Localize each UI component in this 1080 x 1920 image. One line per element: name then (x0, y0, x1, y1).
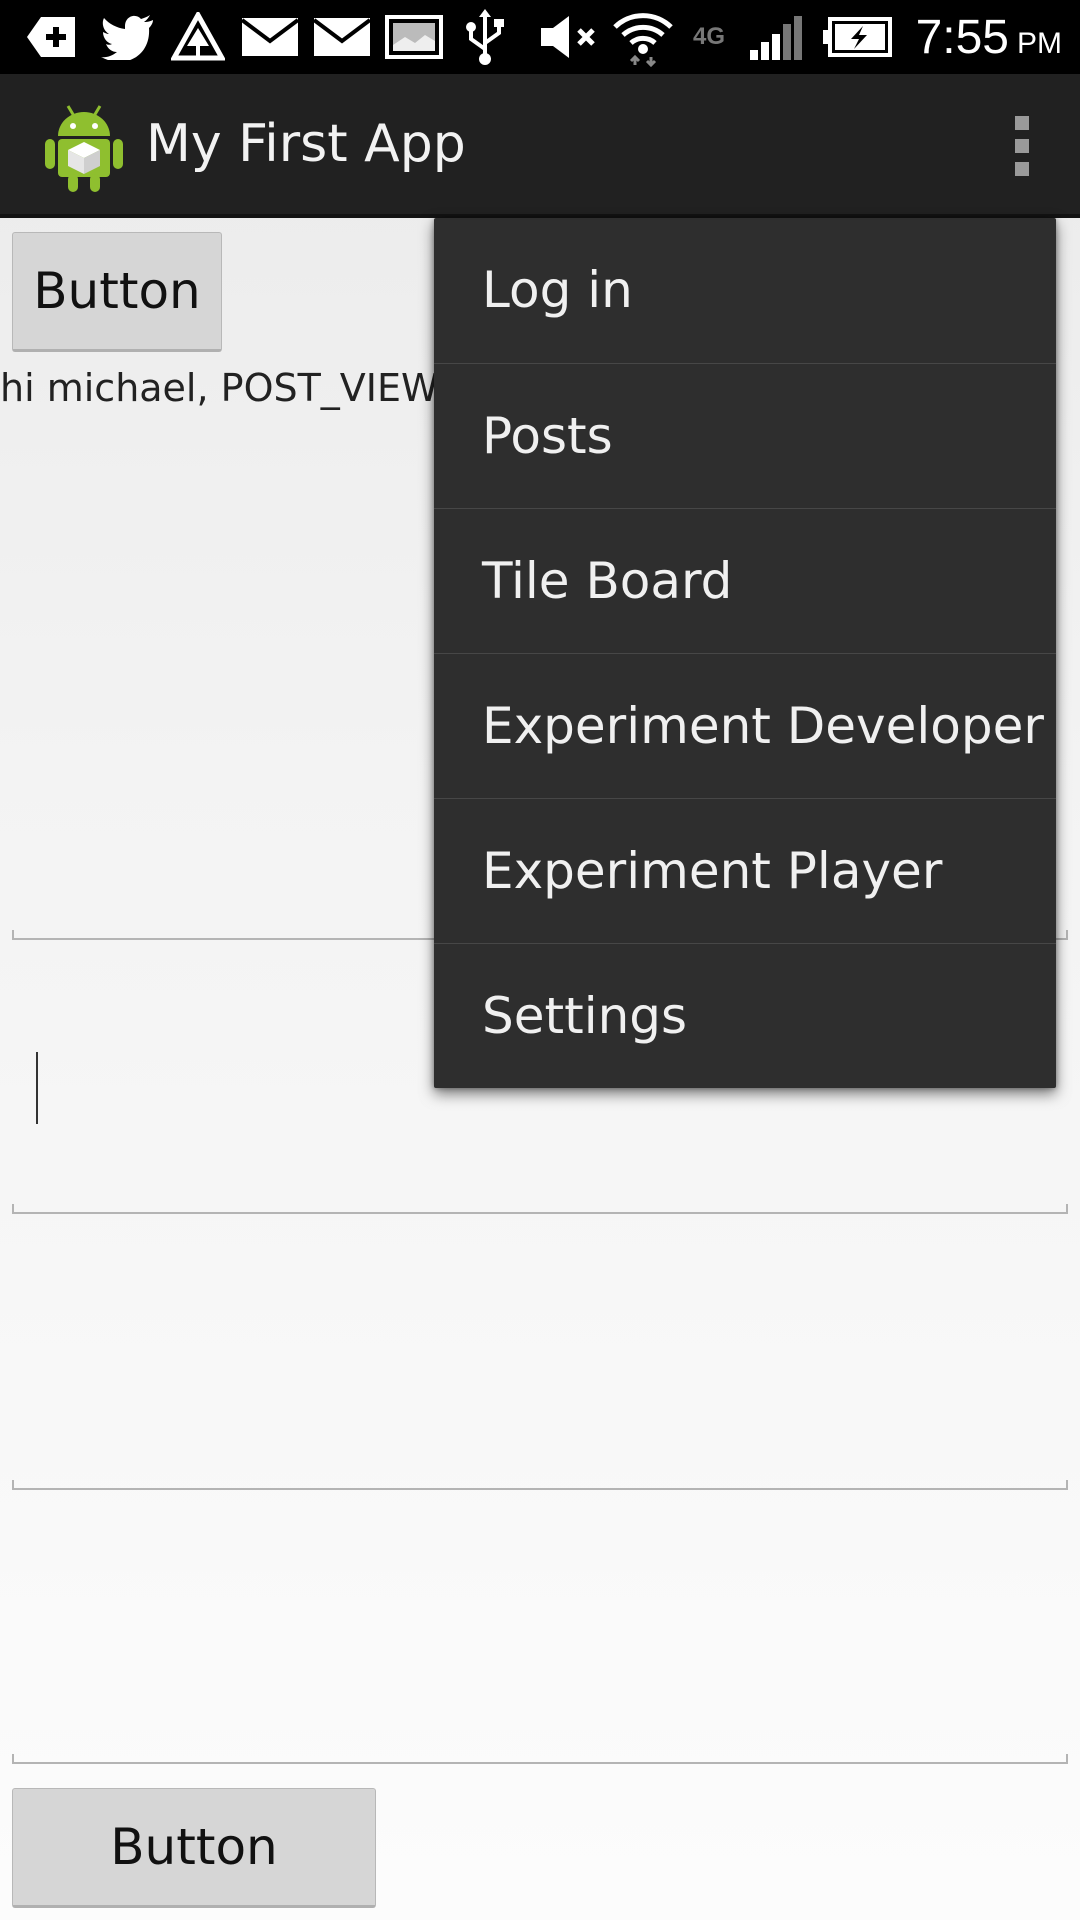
menu-item-posts[interactable]: Posts (434, 363, 1056, 508)
add-box-icon (22, 0, 82, 74)
text-field-4[interactable] (12, 1700, 1068, 1764)
text-cursor (36, 1052, 38, 1124)
text-field-3[interactable] (12, 1420, 1068, 1490)
bottom-button[interactable]: Button (12, 1788, 376, 1908)
network-4g-icon: 4G (682, 0, 736, 74)
text-field-2[interactable] (12, 1130, 1068, 1214)
twitter-icon (98, 0, 158, 74)
clock-time: 7:55 (915, 11, 1009, 64)
network-label: 4G (692, 23, 725, 50)
mail-icon (240, 0, 300, 74)
alert-icon (168, 0, 228, 74)
menu-item-tile-board[interactable]: Tile Board (434, 508, 1056, 653)
greeting-text: hi michael, POST_VIEW (0, 366, 439, 410)
action-bar: My First App (0, 74, 1080, 218)
top-button[interactable]: Button (12, 232, 222, 352)
android-app-icon[interactable] (44, 100, 124, 194)
app-title: My First App (146, 114, 466, 174)
mail-icon (312, 0, 372, 74)
overflow-menu: Log in Posts Tile Board Experiment Devel… (434, 218, 1056, 1088)
status-bar: 4G 7:55 PM (0, 0, 1080, 74)
mute-icon (534, 0, 604, 74)
clock-ampm: PM (1017, 27, 1062, 60)
signal-icon (744, 0, 804, 74)
status-clock: 7:55 PM (916, 0, 1062, 74)
battery-charging-icon (822, 0, 894, 74)
menu-item-settings[interactable]: Settings (434, 943, 1056, 1088)
wifi-icon (610, 0, 676, 74)
menu-item-experiment-developer[interactable]: Experiment Developer (434, 653, 1056, 798)
menu-item-experiment-player[interactable]: Experiment Player (434, 798, 1056, 943)
menu-item-log-in[interactable]: Log in (434, 218, 1056, 363)
image-icon (384, 0, 444, 74)
overflow-menu-icon[interactable] (994, 98, 1050, 194)
usb-icon (460, 0, 510, 74)
